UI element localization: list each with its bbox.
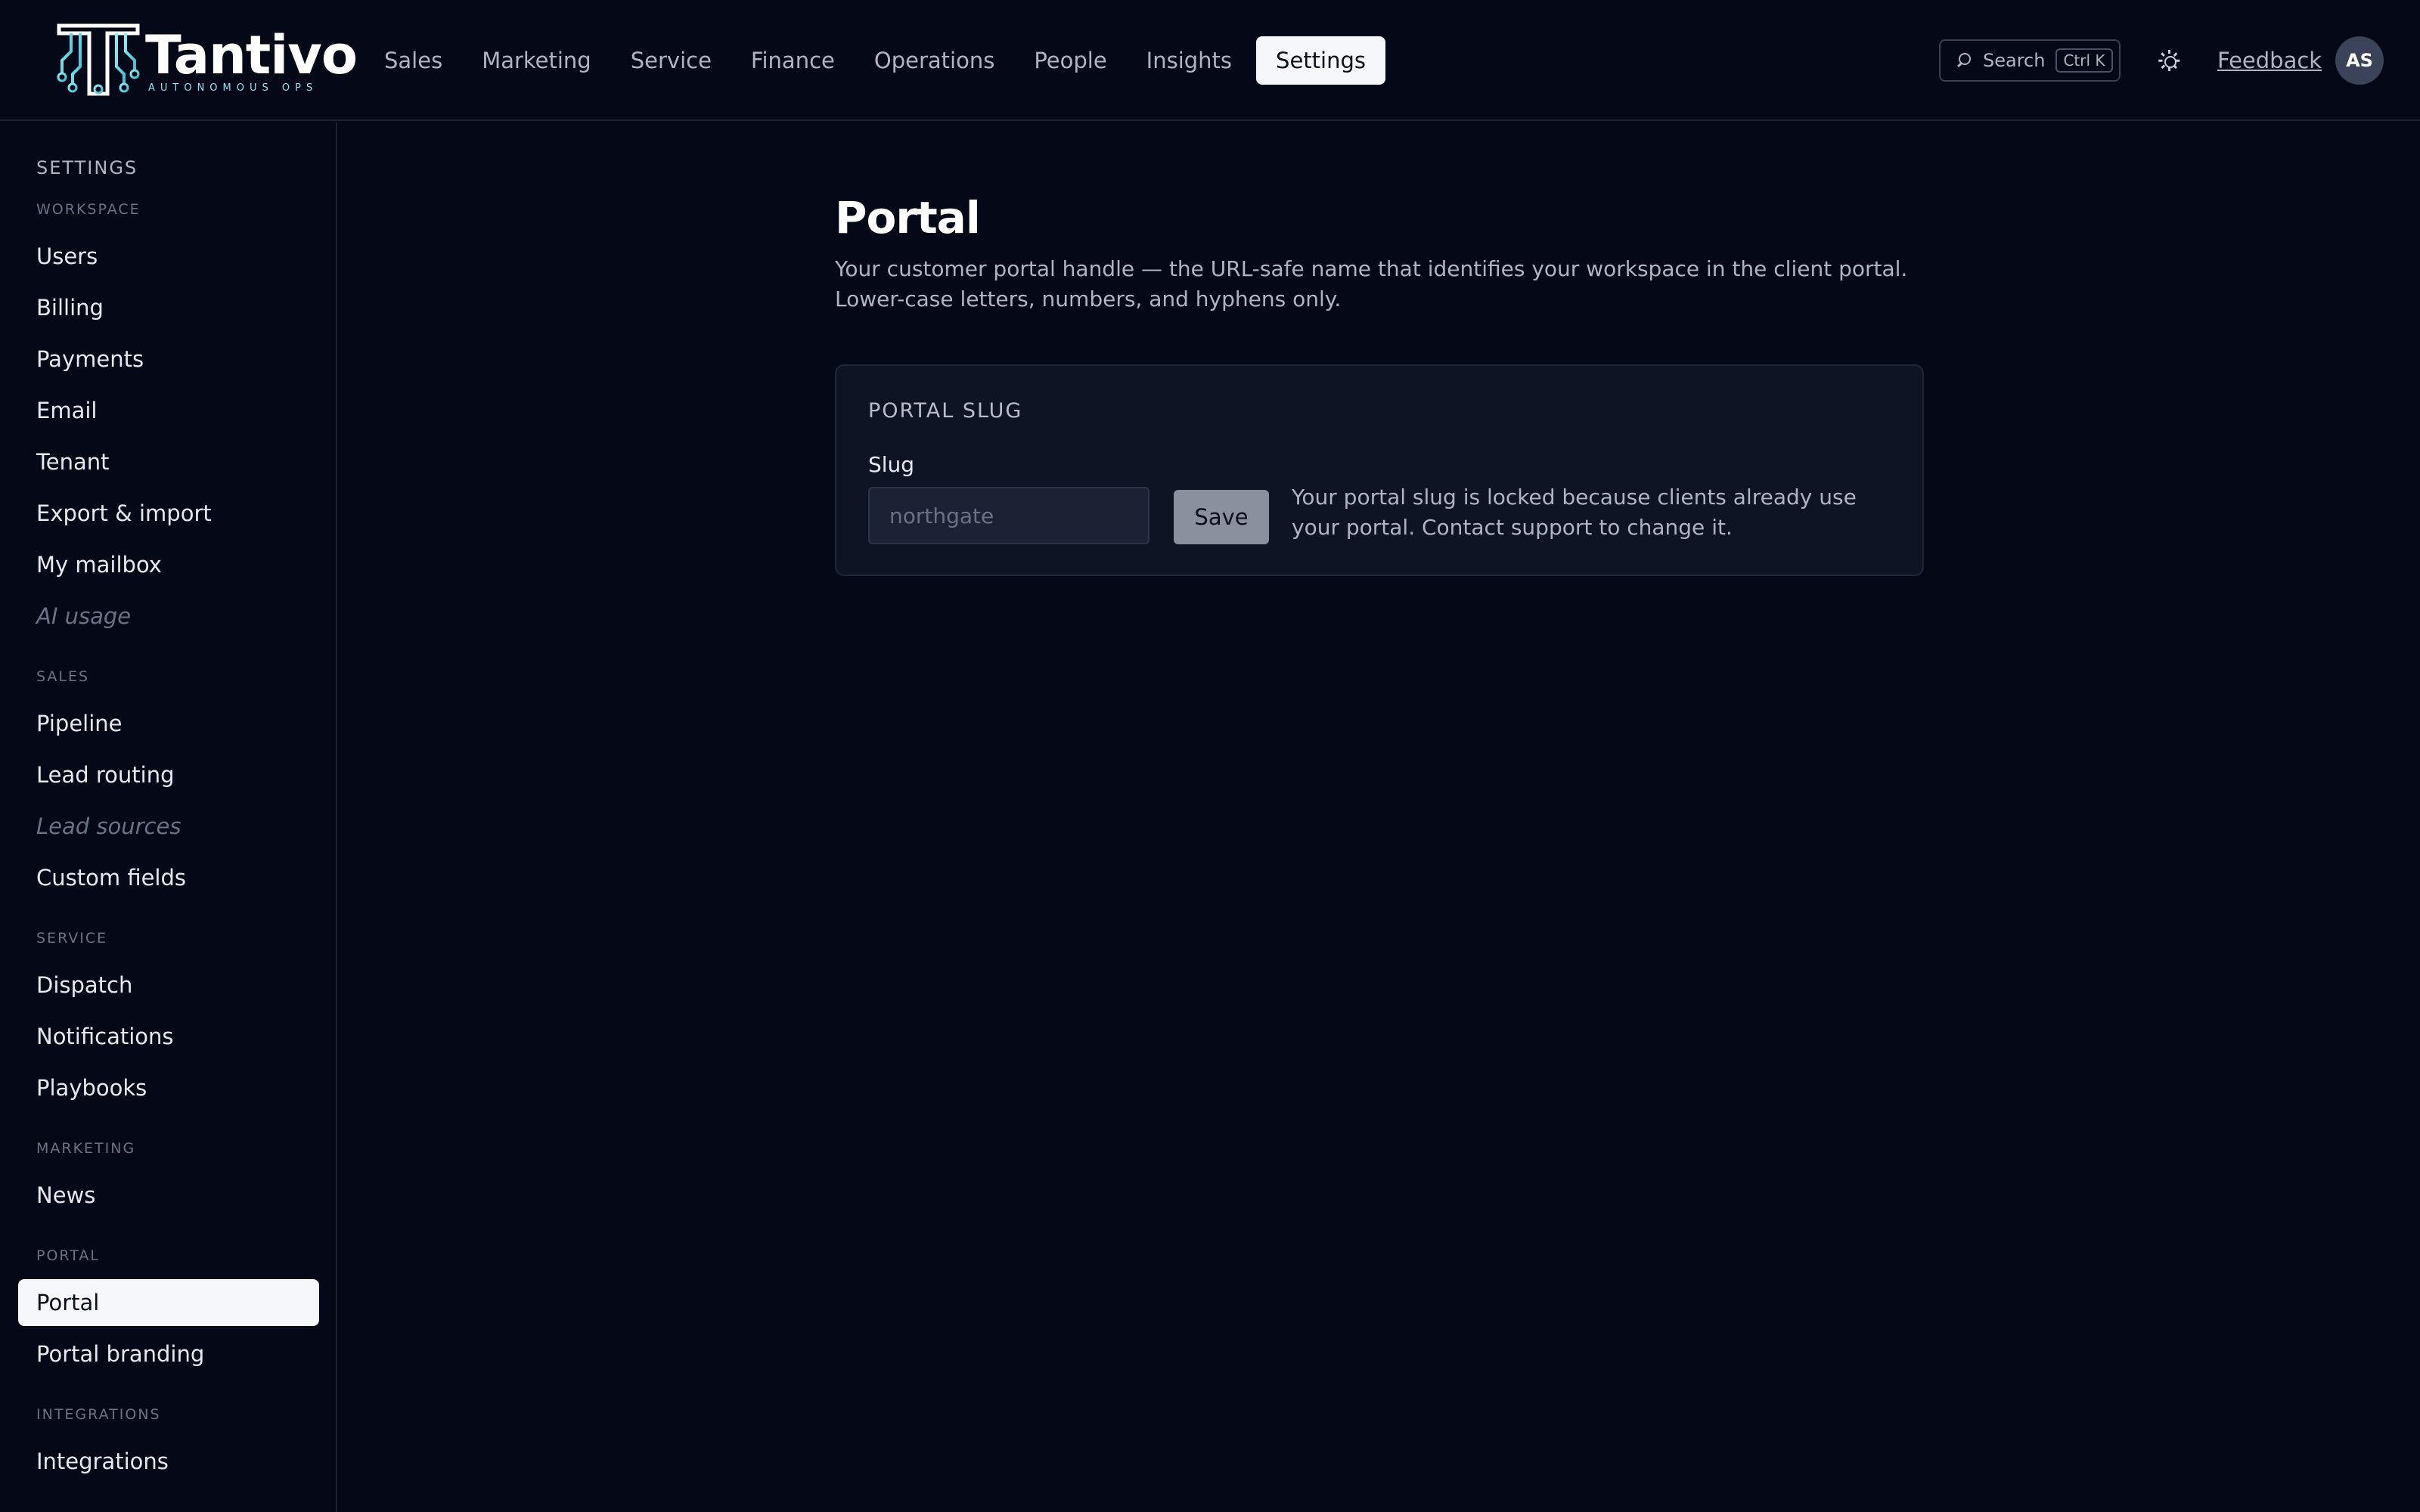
sidebar-item-tenant[interactable]: Tenant (18, 438, 319, 485)
slug-label: Slug (868, 452, 915, 477)
sidebar-item-my-mailbox[interactable]: My mailbox (18, 541, 319, 588)
portal-slug-card: PORTAL SLUG Slug Save Your portal slug i… (835, 364, 1924, 576)
sidebar-section-sales: SALES (36, 668, 90, 685)
top-bar: Tantivo AUTONOMOUS OPS Sales Marketing S… (0, 0, 2420, 121)
sidebar-item-users[interactable]: Users (18, 233, 319, 280)
sidebar-item-pipeline[interactable]: Pipeline (18, 700, 319, 747)
nav-settings[interactable]: Settings (1256, 36, 1385, 85)
sidebar-item-custom-fields[interactable]: Custom fields (18, 854, 319, 901)
nav-finance[interactable]: Finance (731, 36, 855, 85)
sidebar-title: SETTINGS (36, 157, 138, 178)
sidebar-section-workspace: WORKSPACE (36, 201, 141, 218)
sidebar-section-integrations: INTEGRATIONS (36, 1406, 161, 1423)
sidebar-item-payments[interactable]: Payments (18, 336, 319, 383)
save-button[interactable]: Save (1174, 490, 1269, 544)
brand-wordmark: Tantivo AUTONOMOUS OPS (145, 23, 358, 94)
feedback-link[interactable]: Feedback (2217, 42, 2322, 79)
sidebar-item-lead-sources: Lead sources (36, 813, 182, 839)
tantivo-logo-icon (57, 23, 140, 96)
nav-people[interactable]: People (1014, 36, 1126, 85)
nav-insights[interactable]: Insights (1127, 36, 1252, 85)
search-icon (1956, 52, 1972, 69)
sidebar-item-dispatch[interactable]: Dispatch (18, 962, 319, 1009)
search-shortcut: Ctrl K (2055, 48, 2113, 73)
theme-toggle-button[interactable] (2151, 42, 2187, 79)
sidebar-item-ai-usage: AI usage (36, 603, 132, 629)
search-button[interactable]: Search Ctrl K (1939, 39, 2121, 82)
user-avatar[interactable]: AS (2335, 36, 2384, 85)
sidebar-item-news[interactable]: News (18, 1172, 319, 1219)
sidebar-item-integrations[interactable]: Integrations (18, 1438, 319, 1485)
slug-locked-note: Your portal slug is locked because clien… (1292, 485, 1857, 540)
brand-name: Tantivo (145, 23, 358, 86)
sidebar-section-marketing: MARKETING (36, 1140, 136, 1157)
main-nav: Sales Marketing Service Finance Operatio… (365, 36, 1385, 85)
sidebar-item-email[interactable]: Email (18, 387, 319, 434)
sidebar-section-service: SERVICE (36, 930, 108, 947)
nav-marketing[interactable]: Marketing (462, 36, 611, 85)
card-title: PORTAL SLUG (868, 399, 1023, 423)
nav-sales[interactable]: Sales (365, 36, 462, 85)
sidebar-item-lead-routing[interactable]: Lead routing (18, 751, 319, 798)
nav-service[interactable]: Service (611, 36, 731, 85)
slug-input[interactable] (868, 487, 1150, 544)
page-description: Your customer portal handle — the URL-sa… (835, 256, 1908, 311)
sidebar-item-portal[interactable]: Portal (18, 1279, 319, 1326)
brand-tagline: AUTONOMOUS OPS (148, 82, 318, 94)
search-label: Search (1983, 50, 2046, 71)
sidebar-item-notifications[interactable]: Notifications (18, 1013, 319, 1060)
page-title: Portal (835, 192, 981, 243)
sidebar-item-playbooks[interactable]: Playbooks (18, 1064, 319, 1111)
sidebar-section-portal: PORTAL (36, 1247, 100, 1264)
settings-sidebar: SETTINGS WORKSPACE Users Billing Payment… (0, 122, 337, 1512)
sidebar-item-export-import[interactable]: Export & import (18, 490, 319, 537)
sidebar-item-portal-branding[interactable]: Portal branding (18, 1331, 319, 1377)
nav-operations[interactable]: Operations (855, 36, 1014, 85)
sun-icon (2158, 50, 2180, 71)
sidebar-item-billing[interactable]: Billing (18, 284, 319, 331)
brand-logo[interactable]: Tantivo AUTONOMOUS OPS (54, 21, 358, 100)
